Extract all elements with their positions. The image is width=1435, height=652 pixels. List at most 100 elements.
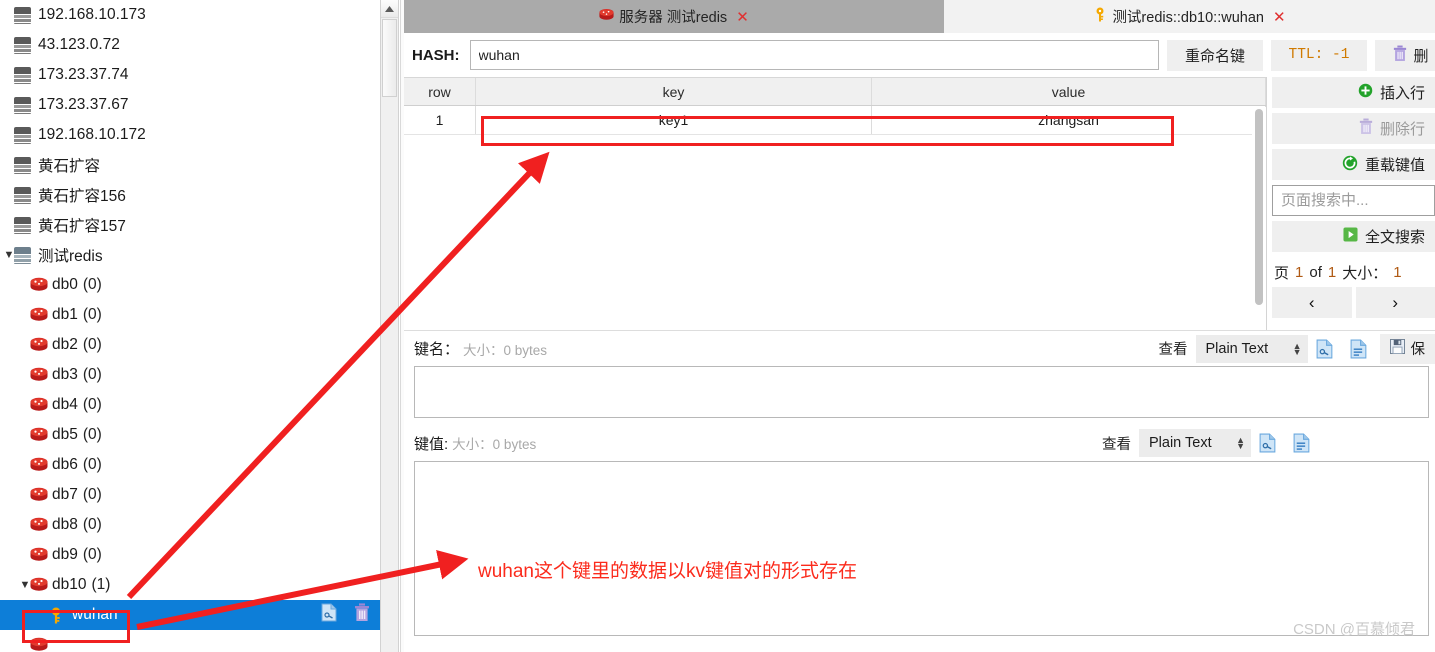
sidebar-item-db9[interactable]: db9 (0) <box>0 540 380 570</box>
chevron-updown-icon[interactable]: ▲ ▼ <box>1236 436 1245 451</box>
tree-item-server[interactable]: 173.23.37.74 <box>0 60 380 90</box>
key-value-editor[interactable] <box>414 461 1429 636</box>
sidebar-item-db8[interactable]: db8 (0) <box>0 510 380 540</box>
sidebar-scrollbar-thumb[interactable] <box>382 19 397 97</box>
key-name-editor[interactable] <box>414 366 1429 418</box>
tree-item-server[interactable]: 192.168.10.173 <box>0 0 380 30</box>
sidebar-item-label: db3 <box>52 366 78 383</box>
delete-key-button[interactable]: 删 <box>1375 39 1435 71</box>
next-page-button[interactable]: › <box>1355 287 1435 318</box>
db-key-count: (0) <box>82 456 102 473</box>
rename-key-button[interactable]: 重命名键 <box>1167 39 1263 71</box>
key-value-format-value: Plain Text <box>1149 435 1212 451</box>
copy-key-icon[interactable] <box>321 603 338 627</box>
delete-key-label: 删 <box>1413 47 1429 65</box>
text-view-icon[interactable] <box>1285 425 1319 461</box>
tab-key-wuhan[interactable]: 测试redis::db10::wuhan ✕ <box>944 0 1435 33</box>
sidebar-item-db0[interactable]: db0 (0) <box>0 270 380 300</box>
play-icon <box>1343 227 1358 246</box>
pager-status: 页 1 of 1 大小： 1 <box>1272 257 1435 287</box>
server-icon <box>14 66 31 84</box>
delete-row-button[interactable]: 删除行 <box>1272 113 1435 144</box>
sidebar-item-db2[interactable]: db2 (0) <box>0 330 380 360</box>
ttl-button[interactable]: TTL: -1 <box>1271 39 1367 71</box>
server-icon <box>14 6 31 24</box>
close-icon[interactable]: ✕ <box>736 8 749 26</box>
cell-value[interactable]: zhangsan <box>872 106 1266 134</box>
fulltext-search-button[interactable]: 全文搜索 <box>1272 221 1435 252</box>
key-value-format-select[interactable]: Plain Text ▲ ▼ <box>1139 429 1251 457</box>
db-key-count: (0) <box>82 396 102 413</box>
key-name-format-select[interactable]: Plain Text ▲ ▼ <box>1195 334 1308 363</box>
sidebar-item-db3[interactable]: db3 (0) <box>0 360 380 390</box>
scroll-up-arrow-icon[interactable] <box>381 0 398 18</box>
redis-db-icon <box>30 457 48 473</box>
sidebar-item-db1[interactable]: db1 (0) <box>0 300 380 330</box>
sidebar-item-db6[interactable]: db6 (0) <box>0 450 380 480</box>
tree-item-server[interactable]: 173.23.37.67 <box>0 90 380 120</box>
reload-value-button[interactable]: 重载键值 <box>1272 149 1435 180</box>
table-scrollbar-thumb[interactable] <box>1255 109 1263 305</box>
server-icon <box>14 36 31 54</box>
tab-server-testredis[interactable]: 服务器 测试redis ✕ <box>404 0 944 33</box>
chevron-down-icon[interactable]: ▼ <box>18 579 32 591</box>
column-header-key[interactable]: key <box>476 78 872 105</box>
sidebar-item-label: db10 <box>52 576 87 593</box>
tree-item-server[interactable]: 黄石扩容 <box>0 150 380 180</box>
cell-key[interactable]: key1 <box>476 106 872 134</box>
sidebar-item-db7[interactable]: db7 (0) <box>0 480 380 510</box>
sidebar-item-label: wuhan <box>72 606 118 623</box>
column-header-value[interactable]: value <box>872 78 1266 105</box>
hash-table-zone: row key value 1 key1 zhangsan 插入行 删除行 重载… <box>404 77 1435 330</box>
sidebar-item-label: db7 <box>52 486 78 503</box>
tree-item-server-expanded[interactable]: ▼ 测试redis <box>0 240 380 270</box>
sidebar-item-db5[interactable]: db5 (0) <box>0 420 380 450</box>
sidebar-scrollbar[interactable] <box>380 0 399 652</box>
insert-row-button[interactable]: 插入行 <box>1272 77 1435 108</box>
redis-db-icon <box>30 337 48 353</box>
binary-view-icon[interactable] <box>1308 331 1342 367</box>
tree-item-label: 192.168.10.173 <box>38 6 146 23</box>
key-value-title: 键值: <box>414 435 449 453</box>
key-name-input[interactable] <box>469 40 1159 70</box>
tree-item-server[interactable]: 黄石扩容157 <box>0 210 380 240</box>
binary-view-icon[interactable] <box>1251 425 1285 461</box>
table-body: 1 key1 zhangsan <box>404 106 1266 135</box>
tree-item-server[interactable]: 43.123.0.72 <box>0 30 380 60</box>
db-key-count: (0) <box>82 306 102 323</box>
sidebar-item-label: db9 <box>52 546 78 563</box>
pager-nav: ‹ › <box>1272 287 1435 318</box>
tree-item-server[interactable]: 192.168.10.172 <box>0 120 380 150</box>
server-icon <box>14 216 31 234</box>
tree-item-server[interactable]: 黄石扩容156 <box>0 180 380 210</box>
text-view-icon[interactable] <box>1342 331 1376 367</box>
save-key-name-button[interactable]: 保 <box>1379 333 1435 364</box>
hash-toolbar: HASH: 重命名键 TTL: -1 删 <box>404 33 1435 77</box>
page-search-input[interactable] <box>1272 185 1435 216</box>
view-label: 查看 <box>1102 436 1131 453</box>
save-icon <box>1389 339 1405 358</box>
key-value-size: 大小：0 bytes <box>452 437 537 452</box>
server-tree-sidebar[interactable]: 192.168.10.173 43.123.0.72 173.23.37.74 … <box>0 0 380 652</box>
table-action-column: 插入行 删除行 重载键值 页面搜索中... 全文搜索 页 1 of 1 大小： … <box>1267 77 1435 330</box>
table-scrollbar[interactable] <box>1252 107 1266 330</box>
db-key-count: (0) <box>82 546 102 563</box>
pager-of-label: of <box>1309 263 1322 281</box>
redis-db-icon <box>30 277 48 293</box>
reload-icon <box>1342 155 1358 175</box>
chevron-down-icon[interactable]: ▼ <box>2 249 16 261</box>
column-header-row[interactable]: row <box>404 78 476 105</box>
table-row[interactable]: 1 key1 zhangsan <box>404 106 1266 135</box>
close-icon[interactable]: ✕ <box>1273 8 1286 26</box>
annotation-note: wuhan这个键里的数据以kv键值对的形式存在 <box>478 561 857 582</box>
chevron-updown-icon[interactable]: ▲ ▼ <box>1293 341 1302 356</box>
server-icon <box>14 156 31 174</box>
trash-icon <box>1393 45 1407 66</box>
sidebar-item-db-next[interactable] <box>0 630 380 652</box>
sidebar-item-db10[interactable]: ▼ db10 (1) <box>0 570 380 600</box>
sidebar-item-key-wuhan[interactable]: wuhan <box>0 600 380 630</box>
sidebar-item-label: db5 <box>52 426 78 443</box>
prev-page-button[interactable]: ‹ <box>1272 287 1352 318</box>
sidebar-item-db4[interactable]: db4 (0) <box>0 390 380 420</box>
delete-key-icon[interactable] <box>354 603 370 627</box>
